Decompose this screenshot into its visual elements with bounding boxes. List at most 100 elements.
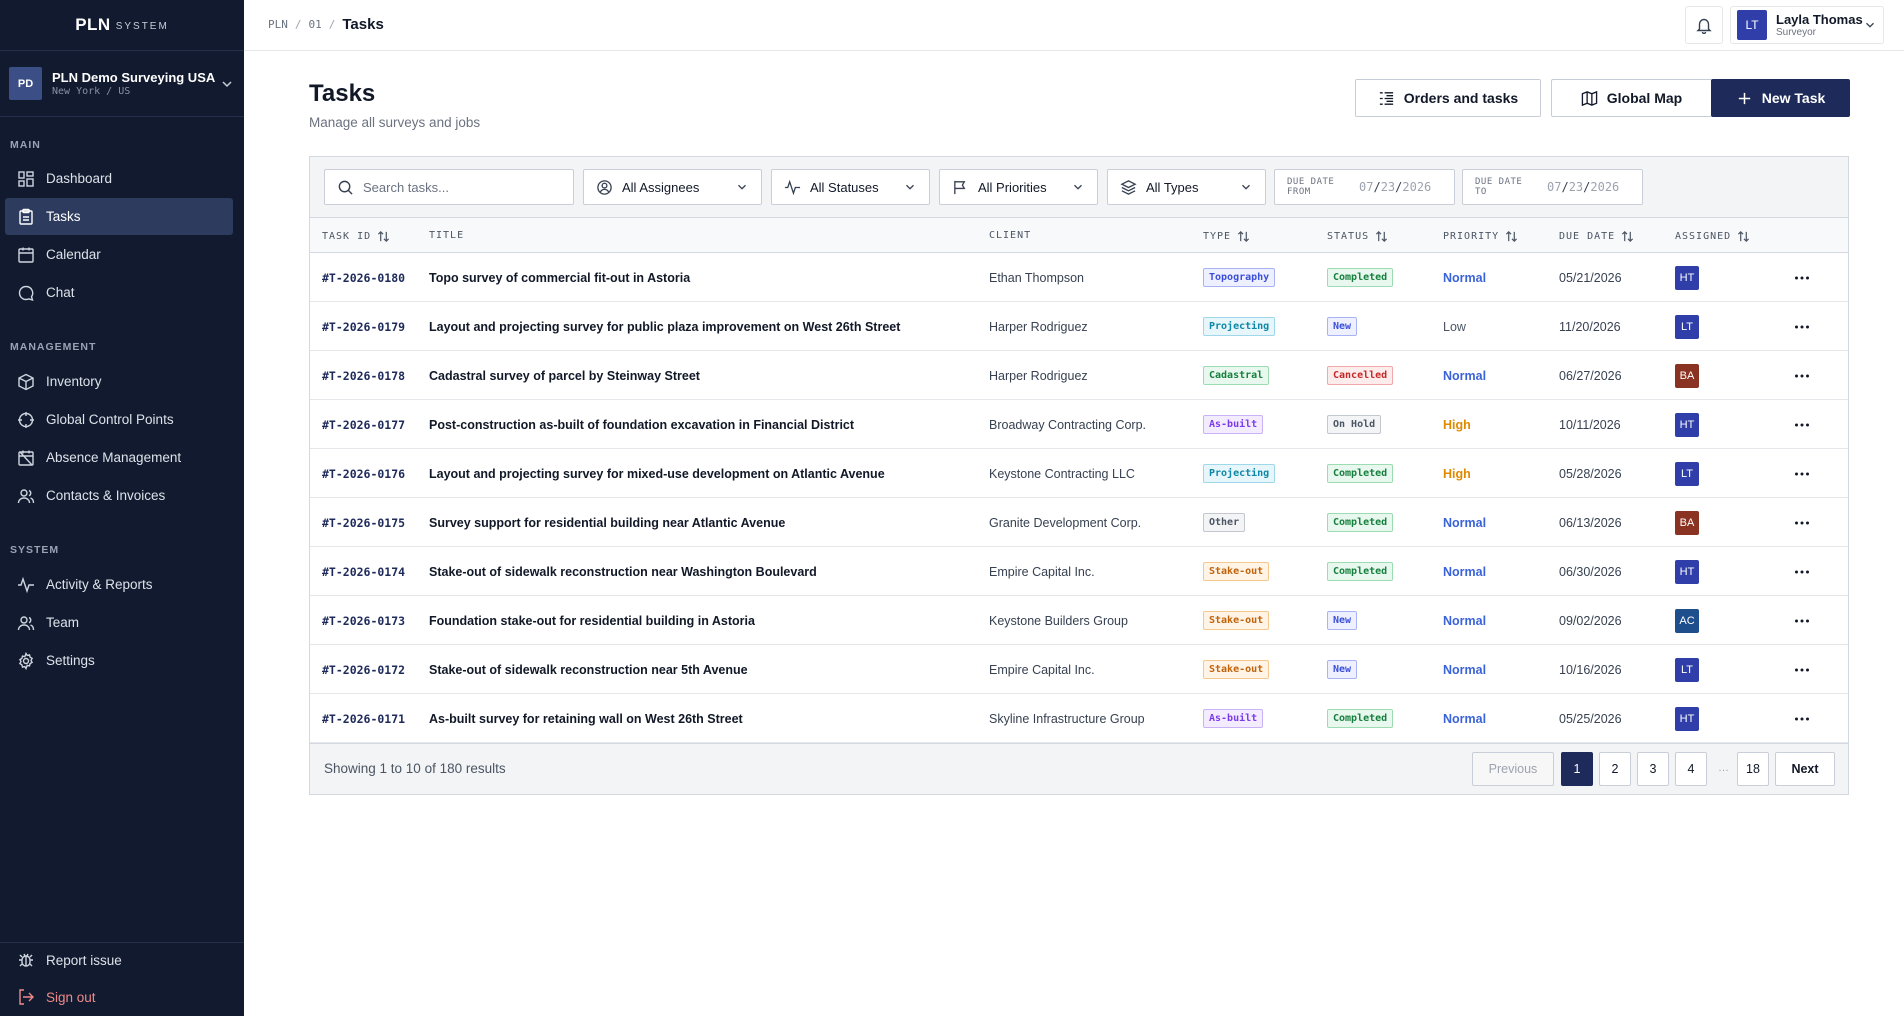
assignee-filter[interactable]: All Assignees (583, 169, 762, 205)
list-icon (1379, 91, 1393, 105)
task-due-date: 10/16/2026 (1559, 662, 1622, 677)
sign-out-button[interactable]: Sign out (5, 979, 233, 1015)
task-id-link[interactable]: #T-2026-0177 (322, 400, 405, 449)
table-row[interactable]: #T-2026-0178 Cadastral survey of parcel b… (310, 351, 1848, 400)
page-button-3[interactable]: 3 (1637, 752, 1669, 786)
due-date-to-input[interactable]: DUE DATE TO 07/23/2026 (1462, 169, 1643, 205)
map-icon (1581, 90, 1598, 106)
column-header-assigned[interactable]: ASSIGNED (1675, 230, 1750, 243)
row-actions-button[interactable] (1793, 449, 1811, 498)
row-actions-button[interactable] (1793, 400, 1811, 449)
row-actions-button[interactable] (1793, 596, 1811, 645)
table-row[interactable]: #T-2026-0179 Layout and projecting survey… (310, 302, 1848, 351)
sidebar-item-settings[interactable]: Settings (5, 642, 233, 679)
task-title[interactable]: Survey support for residential building … (429, 498, 785, 547)
brand-logo[interactable]: PLN SYSTEM (0, 0, 244, 51)
org-switcher[interactable]: PD PLN Demo Surveying USA New York / US (0, 51, 244, 117)
avatar[interactable]: HT (1675, 412, 1699, 437)
task-title[interactable]: Foundation stake-out for residential bui… (429, 596, 755, 645)
sidebar-item-team[interactable]: Team (5, 604, 233, 641)
row-actions-button[interactable] (1793, 351, 1811, 400)
row-actions-button[interactable] (1793, 498, 1811, 547)
sidebar-item-tasks[interactable]: Tasks (5, 198, 233, 235)
page-button-1[interactable]: 1 (1561, 752, 1593, 786)
avatar[interactable]: LT (1675, 314, 1699, 339)
avatar[interactable]: AC (1675, 608, 1699, 633)
task-id-link[interactable]: #T-2026-0180 (322, 253, 405, 302)
task-id-link[interactable]: #T-2026-0179 (322, 302, 405, 351)
task-title[interactable]: Stake-out of sidewalk reconstruction nea… (429, 645, 748, 694)
sidebar-item-dashboard[interactable]: Dashboard (5, 160, 233, 197)
task-title[interactable]: Post-construction as-built of foundation… (429, 400, 854, 449)
search-input[interactable]: Search tasks... (324, 169, 574, 205)
breadcrumb-item[interactable]: PLN (268, 18, 288, 31)
type-badge: As-built (1203, 415, 1264, 434)
column-header-due-date[interactable]: DUE DATE (1559, 230, 1634, 243)
task-id-link[interactable]: #T-2026-0176 (322, 449, 405, 498)
report-issue-button[interactable]: Report issue (5, 942, 233, 978)
table-row[interactable]: #T-2026-0172 Stake-out of sidewalk recons… (310, 645, 1848, 694)
sidebar-item-chat[interactable]: Chat (5, 274, 233, 311)
task-id-link[interactable]: #T-2026-0172 (322, 645, 405, 694)
task-id-link[interactable]: #T-2026-0174 (322, 547, 405, 596)
page-button-18[interactable]: 18 (1737, 752, 1769, 786)
due-date-from-input[interactable]: DUE DATE FROM 07/23/2026 (1274, 169, 1455, 205)
task-title[interactable]: Cadastral survey of parcel by Steinway S… (429, 351, 700, 400)
task-id-link[interactable]: #T-2026-0173 (322, 596, 405, 645)
avatar[interactable]: LT (1675, 657, 1699, 682)
task-title[interactable]: Topo survey of commercial fit-out in Ast… (429, 253, 690, 302)
task-title[interactable]: Stake-out of sidewalk reconstruction nea… (429, 547, 817, 596)
avatar[interactable]: BA (1675, 510, 1699, 535)
task-id-link[interactable]: #T-2026-0171 (322, 694, 405, 743)
table-row[interactable]: #T-2026-0180 Topo survey of commercial fi… (310, 253, 1848, 302)
row-actions-button[interactable] (1793, 645, 1811, 694)
avatar[interactable]: BA (1675, 363, 1699, 388)
row-actions-button[interactable] (1793, 302, 1811, 351)
table-row[interactable]: #T-2026-0171 As-built survey for retainin… (310, 694, 1848, 743)
sidebar-item-absence-management[interactable]: Absence Management (5, 439, 233, 476)
row-actions-button[interactable] (1793, 547, 1811, 596)
breadcrumb-item[interactable]: 01 (309, 18, 322, 31)
column-header-task-id[interactable]: TASK ID (322, 230, 390, 243)
type-filter[interactable]: All Types (1107, 169, 1266, 205)
type-badge: Stake-out (1203, 562, 1270, 581)
task-title[interactable]: Layout and projecting survey for mixed-u… (429, 449, 885, 498)
gear-icon (18, 651, 34, 670)
sidebar-item-contacts-invoices[interactable]: Contacts & Invoices (5, 477, 233, 514)
sidebar-item-global-control-points[interactable]: Global Control Points (5, 401, 233, 438)
row-actions-button[interactable] (1793, 694, 1811, 743)
page-button-4[interactable]: 4 (1675, 752, 1707, 786)
column-header-status[interactable]: STATUS (1327, 230, 1388, 243)
task-title[interactable]: Layout and projecting survey for public … (429, 302, 900, 351)
avatar[interactable]: HT (1675, 706, 1699, 731)
priority-filter[interactable]: All Priorities (939, 169, 1098, 205)
status-filter[interactable]: All Statuses (771, 169, 930, 205)
new-task-button[interactable]: New Task (1711, 79, 1850, 117)
table-row[interactable]: #T-2026-0177 Post-construction as-built o… (310, 400, 1848, 449)
user-menu[interactable]: LT Layla Thomas Surveyor (1730, 6, 1884, 44)
table-row[interactable]: #T-2026-0174 Stake-out of sidewalk recons… (310, 547, 1848, 596)
column-header-type[interactable]: TYPE (1203, 230, 1250, 243)
column-header-priority[interactable]: PRIORITY (1443, 230, 1518, 243)
task-id-link[interactable]: #T-2026-0178 (322, 351, 405, 400)
global-map-button[interactable]: Global Map (1551, 79, 1712, 117)
avatar[interactable]: LT (1675, 461, 1699, 486)
table-row[interactable]: #T-2026-0173 Foundation stake-out for res… (310, 596, 1848, 645)
table-row[interactable]: #T-2026-0176 Layout and projecting survey… (310, 449, 1848, 498)
previous-page-button[interactable]: Previous (1472, 752, 1554, 786)
sidebar-item-calendar[interactable]: Calendar (5, 236, 233, 273)
table-row[interactable]: #T-2026-0175 Survey support for residenti… (310, 498, 1848, 547)
row-actions-button[interactable] (1793, 253, 1811, 302)
sidebar-item-inventory[interactable]: Inventory (5, 363, 233, 400)
avatar[interactable]: HT (1675, 265, 1699, 290)
sidebar-item-activity-reports[interactable]: Activity & Reports (5, 566, 233, 603)
avatar[interactable]: HT (1675, 559, 1699, 584)
box-icon (18, 373, 34, 390)
notifications-button[interactable] (1685, 6, 1723, 44)
assignee-cell: LT (1675, 645, 1699, 694)
next-page-button[interactable]: Next (1775, 752, 1835, 786)
task-id-link[interactable]: #T-2026-0175 (322, 498, 405, 547)
task-title[interactable]: As-built survey for retaining wall on We… (429, 694, 743, 743)
page-button-2[interactable]: 2 (1599, 752, 1631, 786)
orders-and-tasks-button[interactable]: Orders and tasks (1355, 79, 1541, 117)
